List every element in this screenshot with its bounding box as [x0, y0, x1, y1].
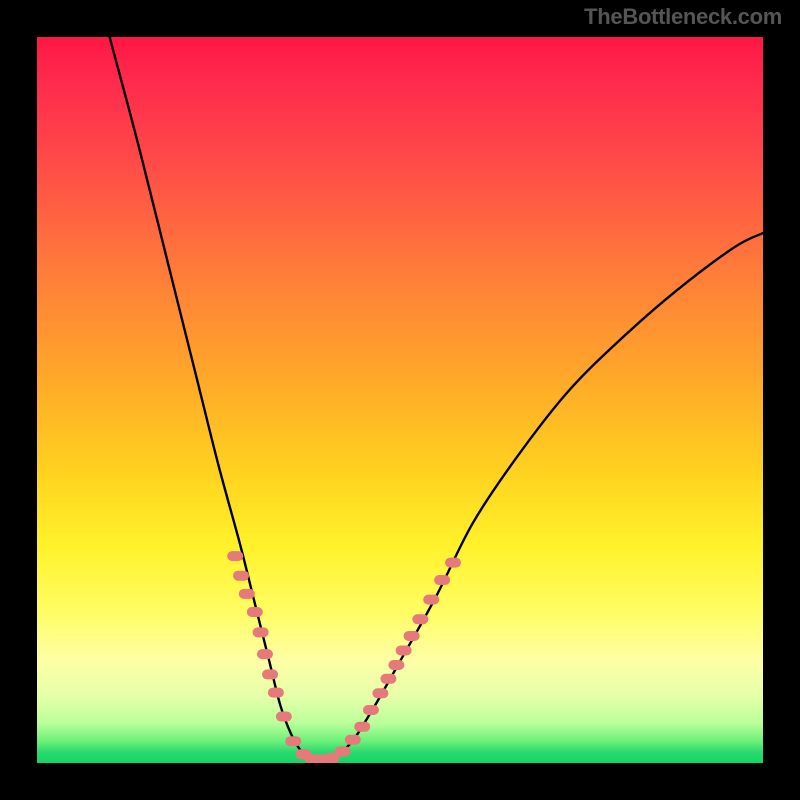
watermark-text: TheBottleneck.com: [584, 4, 782, 30]
bottleneck-curve: [110, 37, 763, 762]
curve-layer: [37, 37, 763, 763]
overlay-dot: [363, 705, 379, 715]
overlay-dot: [262, 669, 278, 679]
overlay-dot: [380, 674, 396, 684]
overlay-dot: [423, 595, 439, 605]
overlay-dot: [372, 688, 388, 698]
overlay-dot: [345, 735, 361, 745]
overlay-dot: [396, 645, 412, 655]
overlay-dot: [276, 712, 292, 722]
plot-area: [37, 37, 763, 763]
overlay-dot: [239, 589, 255, 599]
overlay-dot: [233, 571, 249, 581]
overlay-dot: [227, 551, 243, 561]
overlay-dot: [354, 722, 370, 732]
overlay-dot: [404, 631, 420, 641]
overlay-dot: [434, 575, 450, 585]
overlay-dot: [253, 627, 269, 637]
overlay-dot: [285, 736, 301, 746]
overlay-dot: [412, 614, 428, 624]
overlay-dot: [268, 688, 284, 698]
overlay-dot: [388, 660, 404, 670]
overlay-dot: [247, 607, 263, 617]
overlay-dot: [335, 746, 351, 756]
overlay-dot: [257, 649, 273, 659]
overlay-dot: [445, 558, 461, 568]
